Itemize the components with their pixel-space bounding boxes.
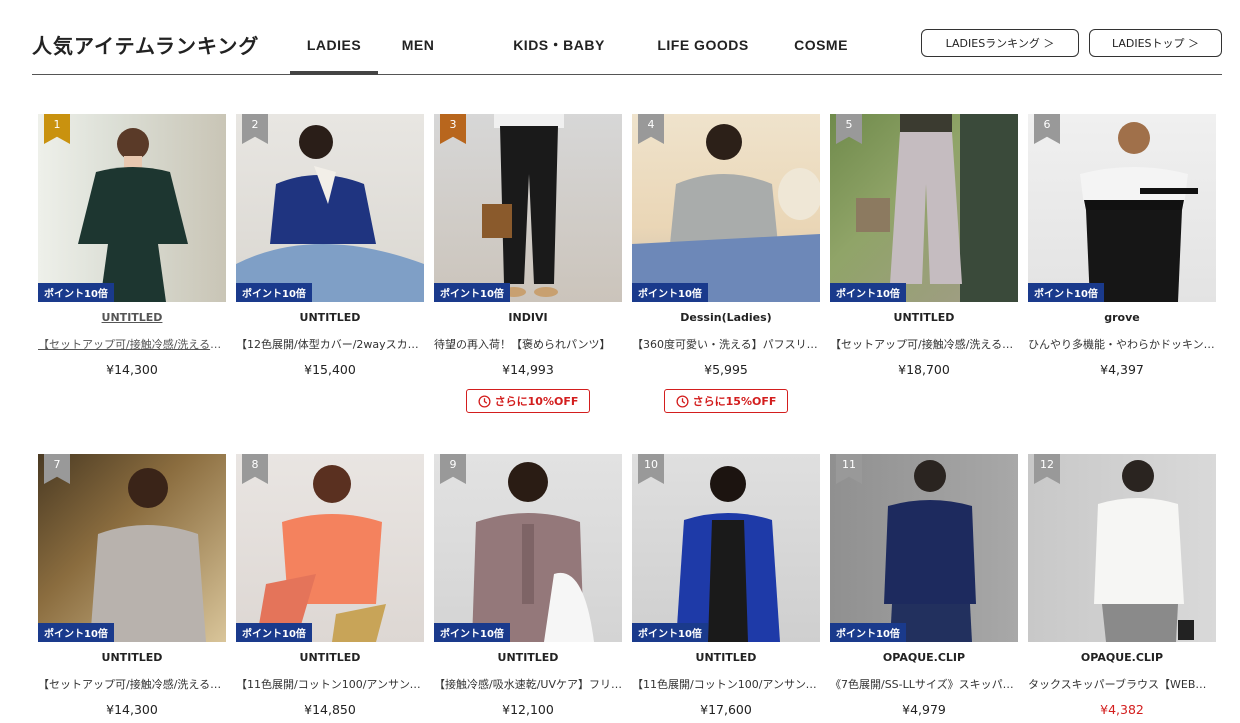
product-image[interactable]: 6 ポイント10倍 (1028, 114, 1216, 302)
product-name[interactable]: 【11色展開/コットン100/アンサンブル可】ニット (236, 676, 424, 692)
point-badge: ポイント10倍 (38, 283, 114, 302)
product-photo-icon (482, 114, 564, 297)
ranking-header: 人気アイテムランキング LADIES MEN KIDS・BABY LIFE GO… (32, 0, 1222, 75)
product-price: ¥5,995 (704, 362, 748, 377)
tab-life-goods[interactable]: LIFE GOODS (657, 0, 748, 75)
clock-icon (676, 394, 689, 408)
point-badge: ポイント10倍 (632, 283, 708, 302)
product-image[interactable]: 9 ポイント10倍 (434, 454, 622, 642)
brand-name[interactable]: UNTITLED (236, 311, 424, 327)
point-badge: ポイント10倍 (434, 623, 510, 642)
point-badge: ポイント10倍 (38, 623, 114, 642)
product-image[interactable]: 4 ポイント10倍 (632, 114, 820, 302)
product-price: ¥14,300 (106, 362, 158, 377)
coupon-label: さらに15%OFF (692, 395, 777, 408)
product-photo-icon (90, 468, 206, 642)
tab-cosme[interactable]: COSME (746, 0, 896, 75)
product-name[interactable]: 待望の再入荷！【褒められパンツ】 (434, 336, 622, 352)
product-name[interactable]: 【360度可愛い・洗える】パフスリーブニット (632, 336, 820, 352)
product-photo-icon (256, 465, 386, 642)
tab-kids-baby[interactable]: KIDS・BABY (458, 0, 660, 75)
point-badge: ポイント10倍 (1028, 283, 1104, 302)
product-card[interactable]: 10 ポイント10倍 UNTITLED 【11色展開/コットン100/アンサンブ… (632, 454, 820, 718)
point-badge: ポイント10倍 (632, 623, 708, 642)
clock-icon (478, 394, 491, 408)
brand-name[interactable]: UNTITLED (632, 651, 820, 667)
brand-name[interactable]: grove (1028, 311, 1216, 327)
ladies-ranking-button[interactable]: LADIESランキング ＞ (921, 29, 1079, 57)
page-title: 人気アイテムランキング (32, 34, 260, 58)
point-badge: ポイント10倍 (830, 283, 906, 302)
product-photo-icon (632, 124, 820, 302)
product-card[interactable]: 9 ポイント10倍 UNTITLED 【接触冷感/吸水速乾/UVケア】フリルブラ… (434, 454, 622, 718)
product-name[interactable]: 【セットアップ可/接触冷感/洗える】ブラウス (38, 676, 226, 692)
brand-name[interactable]: UNTITLED (434, 651, 622, 667)
point-badge: ポイント10倍 (236, 283, 312, 302)
brand-name[interactable]: OPAQUE.CLIP (830, 651, 1018, 667)
brand-name[interactable]: UNTITLED (38, 311, 226, 327)
product-card[interactable]: 11 ポイント10倍 OPAQUE.CLIP 《7色展開/SS-LLサイズ》スキ… (830, 454, 1018, 718)
product-card[interactable]: 12 OPAQUE.CLIP タックスキッパーブラウス【WEB限定サイズ】 ¥4… (1028, 454, 1216, 718)
point-badge: ポイント10倍 (830, 623, 906, 642)
category-tabs: LADIES MEN KIDS・BABY LIFE GOODS COSME (290, 0, 896, 75)
brand-name[interactable]: UNTITLED (236, 651, 424, 667)
product-image[interactable]: 2 ポイント10倍 (236, 114, 424, 302)
product-card[interactable]: 5 ポイント10倍 UNTITLED 【セットアップ可/接触冷感/洗える】ワイド… (830, 114, 1018, 378)
brand-name[interactable]: UNTITLED (38, 651, 226, 667)
product-price: ¥14,993 (502, 362, 554, 377)
product-name[interactable]: タックスキッパーブラウス【WEB限定サイズ】 (1028, 676, 1216, 692)
product-name[interactable]: ひんやり多機能・やわらかドッキングTシャツ (1028, 336, 1216, 352)
product-name[interactable]: 《7色展開/SS-LLサイズ》スキッパーブラウス (830, 676, 1018, 692)
product-image[interactable]: 8 ポイント10倍 (236, 454, 424, 642)
product-photo-icon (236, 125, 424, 302)
product-image[interactable]: 1 ポイント10倍 (38, 114, 226, 302)
product-photo-icon (884, 460, 976, 642)
product-photo-icon (472, 462, 594, 642)
product-photo-icon (676, 466, 780, 642)
product-price: ¥15,400 (304, 362, 356, 377)
product-card[interactable]: 3 ポイント10倍 INDIVI 待望の再入荷！【褒められパンツ】 ¥14,99… (434, 114, 622, 413)
product-name[interactable]: 【セットアップ可/接触冷感/洗える】ボウタイ付きブラウス (38, 336, 226, 352)
product-card[interactable]: 8 ポイント10倍 UNTITLED 【11色展開/コットン100/アンサンブル… (236, 454, 424, 718)
product-price: ¥14,300 (106, 702, 158, 717)
product-price: ¥4,382 (1100, 702, 1144, 717)
product-image[interactable]: 12 (1028, 454, 1216, 642)
product-photo-icon (78, 128, 188, 302)
product-card[interactable]: 4 ポイント10倍 Dessin(Ladies) 【360度可愛い・洗える】パフ… (632, 114, 820, 413)
ladies-top-button[interactable]: LADIESトップ ＞ (1089, 29, 1222, 57)
coupon-badge[interactable]: さらに15%OFF (664, 389, 788, 413)
product-card[interactable]: 6 ポイント10倍 grove ひんやり多機能・やわらかドッキングTシャツ ¥4… (1028, 114, 1216, 378)
point-badge: ポイント10倍 (236, 623, 312, 642)
product-name[interactable]: 【接触冷感/吸水速乾/UVケア】フリルブラウス (434, 676, 622, 692)
coupon-label: さらに10%OFF (494, 395, 579, 408)
product-card[interactable]: 7 ポイント10倍 UNTITLED 【セットアップ可/接触冷感/洗える】ブラウ… (38, 454, 226, 718)
product-photo-icon (1080, 122, 1198, 302)
product-price: ¥18,700 (898, 362, 950, 377)
product-price: ¥4,979 (902, 702, 946, 717)
product-image[interactable]: 7 ポイント10倍 (38, 454, 226, 642)
brand-name[interactable]: INDIVI (434, 311, 622, 327)
product-price: ¥12,100 (502, 702, 554, 717)
product-name[interactable]: 【11色展開/コットン100/アンサンブル可】カーディガン (632, 676, 820, 692)
tab-men[interactable]: MEN (378, 0, 458, 75)
brand-name[interactable]: Dessin(Ladies) (632, 311, 820, 327)
product-price: ¥4,397 (1100, 362, 1144, 377)
product-image[interactable]: 3 ポイント10倍 (434, 114, 622, 302)
product-card[interactable]: 1 ポイント10倍 UNTITLED 【セットアップ可/接触冷感/洗える】ボウタ… (38, 114, 226, 378)
tab-ladies[interactable]: LADIES (290, 0, 378, 75)
product-image[interactable]: 10 ポイント10倍 (632, 454, 820, 642)
brand-name[interactable]: UNTITLED (830, 311, 1018, 327)
product-name[interactable]: 【セットアップ可/接触冷感/洗える】ワイドパンツ (830, 336, 1018, 352)
product-card[interactable]: 2 ポイント10倍 UNTITLED 【12色展開/体型カバー/2wayスカーフ… (236, 114, 424, 378)
product-price: ¥17,600 (700, 702, 752, 717)
product-image[interactable]: 11 ポイント10倍 (830, 454, 1018, 642)
product-photo-icon (856, 114, 1018, 302)
product-photo-icon (1094, 460, 1194, 642)
brand-name[interactable]: OPAQUE.CLIP (1028, 651, 1216, 667)
point-badge: ポイント10倍 (434, 283, 510, 302)
product-name[interactable]: 【12色展開/体型カバー/2wayスカーフ付き】ニット (236, 336, 424, 352)
product-price: ¥14,850 (304, 702, 356, 717)
product-image[interactable]: 5 ポイント10倍 (830, 114, 1018, 302)
coupon-badge[interactable]: さらに10%OFF (466, 389, 590, 413)
